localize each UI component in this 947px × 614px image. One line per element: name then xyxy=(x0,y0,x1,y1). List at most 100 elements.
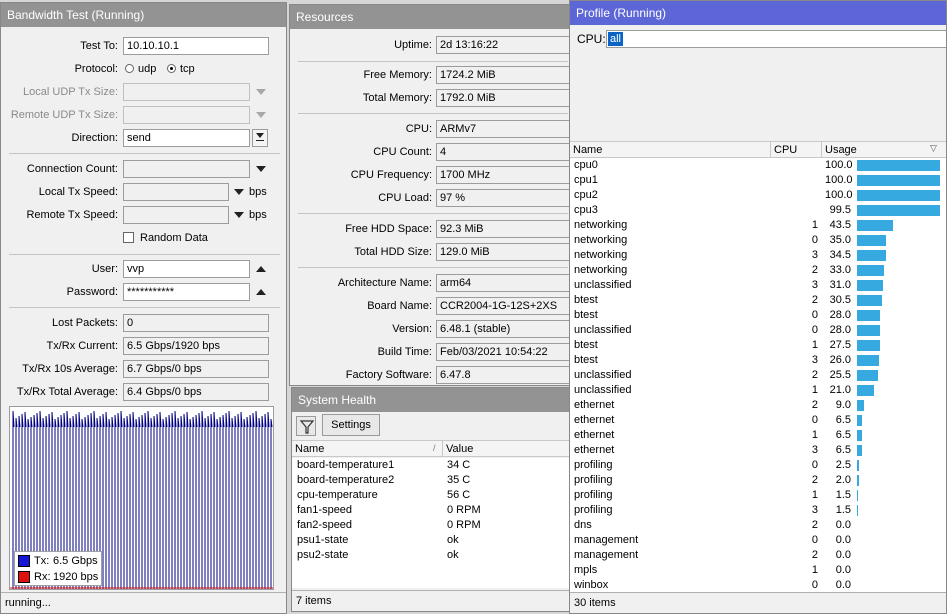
table-row[interactable]: management 2 0.0 xyxy=(570,548,946,563)
separator xyxy=(9,254,280,255)
separator xyxy=(9,307,280,308)
connection-count-label: Connection Count: xyxy=(26,163,118,175)
table-row[interactable]: networking 3 34.5 xyxy=(570,248,946,263)
profile-cpu: 0 xyxy=(811,534,818,546)
table-row[interactable]: ethernet 0 6.5 xyxy=(570,413,946,428)
bandwidth-test-title[interactable]: Bandwidth Test (Running) xyxy=(1,3,286,27)
profile-title[interactable]: Profile (Running) xyxy=(570,1,946,25)
profile-usage: 1.5 xyxy=(835,489,851,501)
table-row[interactable]: cpu1 100.0 xyxy=(570,173,946,188)
table-row[interactable]: unclassified 1 21.0 xyxy=(570,383,946,398)
protocol-tcp-radio[interactable] xyxy=(167,64,176,73)
profile-name: mpls xyxy=(574,564,598,576)
profile-usage: 28.0 xyxy=(829,324,851,336)
resources-title[interactable]: Resources xyxy=(290,5,570,29)
table-row[interactable]: dns 2 0.0 xyxy=(570,518,946,533)
table-row[interactable]: btest 2 30.5 xyxy=(570,293,946,308)
usage-bar xyxy=(857,235,886,246)
tx-rx-current-label: Tx/Rx Current: xyxy=(46,340,118,352)
table-row[interactable]: unclassified 0 28.0 xyxy=(570,323,946,338)
health-table-header: Name / Value xyxy=(292,440,570,457)
system-health-title[interactable]: System Health xyxy=(292,388,570,412)
profile-usage: 100.0 xyxy=(825,189,853,201)
profile-usage: 6.5 xyxy=(835,429,851,441)
table-row[interactable]: board-temperature1 34 C xyxy=(292,458,570,473)
resource-label: Free HDD Space: xyxy=(345,223,432,235)
table-row[interactable]: profiling 0 2.5 xyxy=(570,458,946,473)
settings-button[interactable]: Settings xyxy=(322,414,380,436)
table-row[interactable]: psu1-state ok xyxy=(292,533,570,548)
remote-tx-speed-input[interactable] xyxy=(123,206,229,224)
local-tx-speed-input[interactable] xyxy=(123,183,229,201)
table-row[interactable]: ethernet 1 6.5 xyxy=(570,428,946,443)
direction-select[interactable]: send xyxy=(123,129,250,147)
password-collapse-icon[interactable] xyxy=(256,289,266,295)
table-row[interactable]: winbox 0 0.0 xyxy=(570,578,946,593)
table-row[interactable]: profiling 2 2.0 xyxy=(570,473,946,488)
table-row[interactable]: unclassified 2 25.5 xyxy=(570,368,946,383)
table-row[interactable]: ethernet 2 9.0 xyxy=(570,398,946,413)
table-row[interactable]: unclassified 3 31.0 xyxy=(570,278,946,293)
table-row[interactable]: btest 0 28.0 xyxy=(570,308,946,323)
local-tx-speed-dropdown-icon[interactable] xyxy=(234,189,244,195)
health-value: 0 RPM xyxy=(447,519,481,531)
col-value-header[interactable]: Value xyxy=(443,441,570,457)
health-name: cpu-temperature xyxy=(297,489,378,501)
table-row[interactable]: management 0 0.0 xyxy=(570,533,946,548)
table-row[interactable]: mpls 1 0.0 xyxy=(570,563,946,578)
profile-name: cpu1 xyxy=(574,174,598,186)
table-row[interactable]: btest 3 26.0 xyxy=(570,353,946,368)
test-to-label: Test To: xyxy=(80,40,118,52)
table-row[interactable]: cpu3 99.5 xyxy=(570,203,946,218)
tx-rx-current-value: 6.5 Gbps/1920 bps xyxy=(123,337,269,355)
table-row[interactable]: psu2-state ok xyxy=(292,548,570,563)
remote-tx-speed-dropdown-icon[interactable] xyxy=(234,212,244,218)
profile-table-body: cpu0 100.0 cpu1 100.0 cpu2 100.0 cpu3 99.5 netwo… xyxy=(570,158,946,593)
table-row[interactable]: cpu2 100.0 xyxy=(570,188,946,203)
table-row[interactable]: cpu0 100.0 xyxy=(570,158,946,173)
col-cpu-header[interactable]: CPU xyxy=(771,142,822,158)
local-udp-dropdown-icon[interactable] xyxy=(256,89,266,95)
protocol-label: Protocol: xyxy=(74,63,118,75)
local-udp-tx-size-input[interactable] xyxy=(123,83,250,101)
table-row[interactable]: fan2-speed 0 RPM xyxy=(292,518,570,533)
table-row[interactable]: ethernet 3 6.5 xyxy=(570,443,946,458)
filter-button[interactable] xyxy=(296,416,316,436)
resource-value: 129.0 MiB xyxy=(436,243,570,261)
table-row[interactable]: cpu-temperature 56 C xyxy=(292,488,570,503)
col-name-header[interactable]: Name xyxy=(292,441,443,457)
resource-value: ARMv7 xyxy=(436,120,570,138)
table-row[interactable]: networking 1 43.5 xyxy=(570,218,946,233)
direction-dropdown-button[interactable] xyxy=(252,129,268,147)
remote-udp-tx-size-input[interactable] xyxy=(123,106,250,124)
resource-value: 2d 13:16:22 xyxy=(436,36,570,54)
table-row[interactable]: board-temperature2 35 C xyxy=(292,473,570,488)
user-collapse-icon[interactable] xyxy=(256,266,266,272)
user-input[interactable]: vvp xyxy=(123,260,250,278)
table-row[interactable]: profiling 1 1.5 xyxy=(570,488,946,503)
health-name: board-temperature2 xyxy=(297,474,395,486)
profile-cpu: 2 xyxy=(811,294,818,306)
protocol-udp-radio[interactable] xyxy=(125,64,134,73)
cpu-filter-input[interactable]: all xyxy=(606,30,946,48)
remote-udp-dropdown-icon[interactable] xyxy=(256,112,266,118)
connection-count-dropdown-icon[interactable] xyxy=(256,166,266,172)
profile-usage: 0.0 xyxy=(835,564,851,576)
password-input[interactable]: *********** xyxy=(123,283,250,301)
table-row[interactable]: profiling 3 1.5 xyxy=(570,503,946,518)
col-name-header[interactable]: Name xyxy=(570,142,771,158)
col-usage-header[interactable]: Usage xyxy=(822,142,946,158)
usage-bar xyxy=(857,460,859,471)
table-row[interactable]: fan1-speed 0 RPM xyxy=(292,503,570,518)
resource-label: CPU Load: xyxy=(378,192,432,204)
table-row[interactable]: btest 1 27.5 xyxy=(570,338,946,353)
connection-count-input[interactable] xyxy=(123,160,250,178)
resource-label: Uptime: xyxy=(394,39,432,51)
random-data-checkbox[interactable] xyxy=(123,232,134,243)
resource-label: CPU: xyxy=(405,123,432,135)
profile-usage: 100.0 xyxy=(825,159,853,171)
test-to-input[interactable]: 10.10.10.1 xyxy=(123,37,269,55)
table-row[interactable]: networking 0 35.0 xyxy=(570,233,946,248)
profile-name: cpu3 xyxy=(574,204,598,216)
table-row[interactable]: networking 2 33.0 xyxy=(570,263,946,278)
